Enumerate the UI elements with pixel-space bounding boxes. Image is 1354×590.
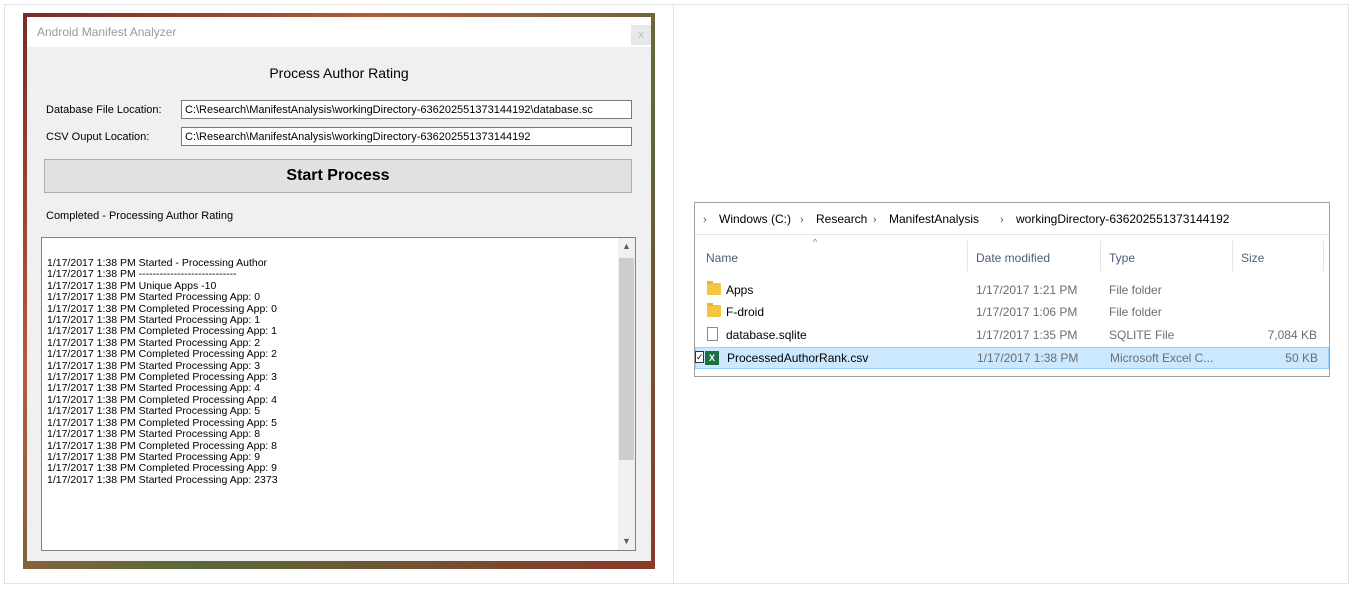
- folder-icon: [707, 281, 721, 295]
- file-size: 50 KB: [1285, 351, 1318, 365]
- log-box[interactable]: 1/17/2017 1:38 PM Started - Processing A…: [41, 237, 636, 551]
- file-row-fdroid[interactable]: F-droid 1/17/2017 1:06 PM File folder: [695, 301, 1329, 323]
- log-line: 1/17/2017 1:38 PM Started Processing App…: [47, 405, 261, 418]
- log-line: 1/17/2017 1:38 PM Started Processing App…: [47, 291, 261, 304]
- column-header-type[interactable]: Type: [1109, 251, 1135, 265]
- file-type: Microsoft Excel C...: [1110, 351, 1214, 365]
- file-date: 1/17/2017 1:06 PM: [976, 305, 1078, 319]
- db-location-input[interactable]: [181, 100, 632, 119]
- file-name: F-droid: [726, 305, 765, 319]
- file-type: SQLITE File: [1109, 328, 1175, 342]
- file-type: File folder: [1109, 305, 1162, 319]
- breadcrumb-separator: ›: [703, 214, 707, 226]
- csv-location-label: CSV Ouput Location:: [46, 131, 150, 143]
- column-divider[interactable]: [967, 241, 968, 271]
- column-divider[interactable]: [1232, 241, 1233, 271]
- file-row-processedauthorrank[interactable]: ✓ X ProcessedAuthorRank.csv 1/17/2017 1:…: [695, 347, 1329, 369]
- log-line: 1/17/2017 1:38 PM Started Processing App…: [47, 428, 261, 441]
- column-divider[interactable]: [1100, 241, 1101, 271]
- title-bar: Android Manifest Analyzer x: [27, 17, 651, 47]
- log-list: 1/17/2017 1:38 PM Started - Processing A…: [47, 257, 278, 486]
- page-title: Process Author Rating: [269, 65, 409, 81]
- scroll-down-icon[interactable]: ▼: [618, 533, 635, 550]
- log-line: 1/17/2017 1:38 PM Completed Processing A…: [47, 348, 277, 361]
- sort-ascending-icon: ^: [813, 237, 818, 247]
- file-size: 7,084 KB: [1267, 328, 1317, 342]
- excel-icon: X: [705, 351, 719, 365]
- log-line: 1/17/2017 1:38 PM Completed Processing A…: [47, 462, 277, 475]
- breadcrumb-separator: ›: [800, 214, 804, 226]
- close-button[interactable]: x: [631, 25, 651, 45]
- file-icon: [707, 327, 718, 341]
- panel-divider: [673, 4, 674, 584]
- scroll-thumb[interactable]: [619, 258, 634, 460]
- csv-location-input[interactable]: [181, 127, 632, 146]
- breadcrumb-separator: ›: [1000, 214, 1004, 226]
- file-name: ProcessedAuthorRank.csv: [727, 351, 869, 365]
- file-name: Apps: [726, 283, 754, 297]
- breadcrumb-manifestanalysis[interactable]: ManifestAnalysis: [889, 212, 979, 226]
- breadcrumb-windows[interactable]: Windows (C:): [719, 212, 791, 226]
- file-date: 1/17/2017 1:21 PM: [976, 283, 1078, 297]
- address-bar[interactable]: › Windows (C:) › Research › ManifestAnal…: [695, 203, 1329, 235]
- app-window: Android Manifest Analyzer x Process Auth…: [27, 17, 651, 561]
- start-process-button[interactable]: Start Process: [44, 159, 632, 193]
- scroll-up-icon[interactable]: ▲: [618, 238, 635, 255]
- column-header-date[interactable]: Date modified: [976, 251, 1050, 265]
- status-text: Completed - Processing Author Rating: [46, 210, 234, 222]
- file-explorer: › Windows (C:) › Research › ManifestAnal…: [694, 202, 1330, 377]
- folder-icon: [707, 303, 721, 317]
- file-name: database.sqlite: [726, 328, 807, 342]
- log-line: 1/17/2017 1:38 PM Started Processing App…: [47, 473, 278, 486]
- file-date: 1/17/2017 1:35 PM: [976, 328, 1078, 342]
- file-row-database[interactable]: database.sqlite 1/17/2017 1:35 PM SQLITE…: [695, 324, 1329, 346]
- file-row-apps[interactable]: Apps 1/17/2017 1:21 PM File folder: [695, 279, 1329, 301]
- breadcrumb-workingdirectory[interactable]: workingDirectory-636202551373144192: [1016, 212, 1229, 226]
- file-date: 1/17/2017 1:38 PM: [977, 351, 1079, 365]
- column-header-size[interactable]: Size: [1241, 251, 1264, 265]
- file-type: File folder: [1109, 283, 1162, 297]
- db-location-label: Database File Location:: [46, 104, 162, 116]
- log-scrollbar[interactable]: ▲ ▼: [618, 238, 635, 550]
- window-title: Android Manifest Analyzer: [37, 25, 177, 39]
- column-divider[interactable]: [1323, 241, 1324, 271]
- checkbox-icon[interactable]: ✓: [695, 351, 704, 363]
- breadcrumb-research[interactable]: Research: [816, 212, 867, 226]
- column-header-name[interactable]: Name: [706, 251, 738, 265]
- breadcrumb-separator: ›: [873, 214, 877, 226]
